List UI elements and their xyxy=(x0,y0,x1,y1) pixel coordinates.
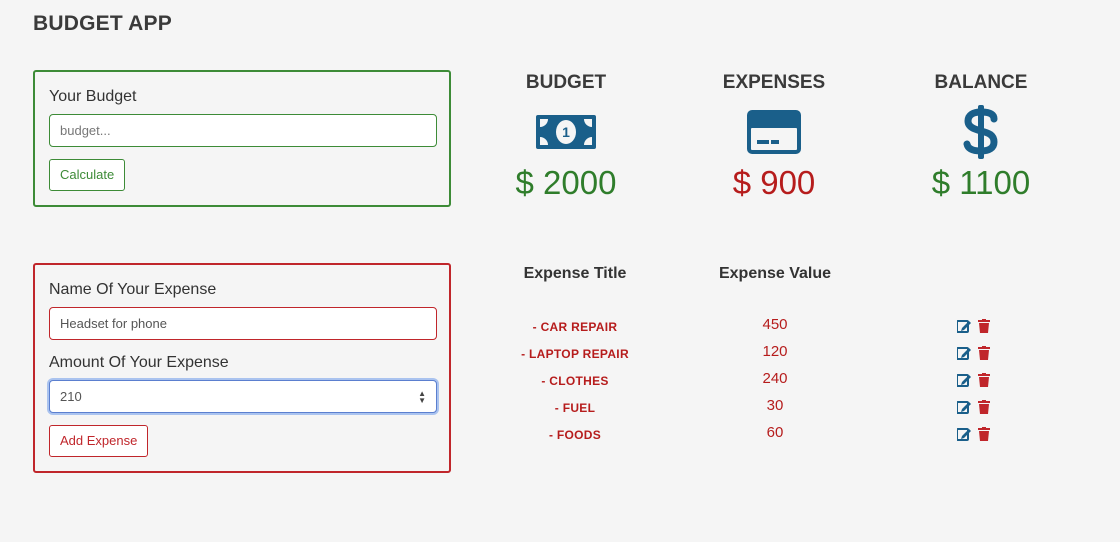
expense-row: - CAR REPAIR 450 xyxy=(0,316,1120,343)
svg-text:1: 1 xyxy=(562,124,570,140)
expense-title: - CLOTHES xyxy=(541,374,609,388)
expenses-heading: EXPENSES xyxy=(722,72,826,93)
delete-icon[interactable] xyxy=(978,400,990,419)
budget-heading: BUDGET xyxy=(525,72,607,93)
calculate-button[interactable]: Calculate xyxy=(49,159,126,191)
delete-icon[interactable] xyxy=(978,319,990,338)
expense-value: 450 xyxy=(762,316,788,333)
money-bill-icon: 1 xyxy=(491,102,641,162)
expense-row: - FOODS 60 xyxy=(0,424,1120,451)
dollar-sign-icon xyxy=(906,102,1056,162)
budget-input-placeholder: budget... xyxy=(60,123,111,138)
expense-value: 60 xyxy=(766,424,784,441)
expenses-amount: $ 900 xyxy=(732,164,816,201)
delete-icon[interactable] xyxy=(978,427,990,446)
expense-value-header: Expense Value xyxy=(718,265,832,282)
budget-input[interactable]: budget... xyxy=(49,114,437,147)
expense-row: - CLOTHES 240 xyxy=(0,370,1120,397)
balance-summary: BALANCE $ 1100 xyxy=(906,72,1056,202)
edit-icon[interactable] xyxy=(956,346,971,365)
balance-amount: $ 1100 xyxy=(931,164,1031,201)
expense-value: 30 xyxy=(766,397,784,414)
expense-title: - LAPTOP REPAIR xyxy=(521,347,629,361)
edit-icon[interactable] xyxy=(956,319,971,338)
expense-value: 240 xyxy=(762,370,788,387)
delete-icon[interactable] xyxy=(978,346,990,365)
expense-title: - CAR REPAIR xyxy=(532,320,618,334)
expense-row: - FUEL 30 xyxy=(0,397,1120,424)
balance-heading: BALANCE xyxy=(934,72,1028,93)
expense-value: 120 xyxy=(762,343,788,360)
budget-summary: BUDGET 1 $ 2000 xyxy=(491,72,641,202)
expense-row: - LAPTOP REPAIR 120 xyxy=(0,343,1120,370)
expense-title: - FUEL xyxy=(554,401,596,415)
expense-name-label: Name Of Your Expense xyxy=(49,281,217,298)
budget-label: Your Budget xyxy=(49,88,137,105)
credit-card-icon xyxy=(699,102,849,162)
edit-icon[interactable] xyxy=(956,427,971,446)
budget-amount: $ 2000 xyxy=(515,164,617,201)
app-title: BUDGET APP xyxy=(33,12,172,35)
budget-form: Your Budget budget... Calculate xyxy=(33,70,451,207)
edit-icon[interactable] xyxy=(956,400,971,419)
delete-icon[interactable] xyxy=(978,373,990,392)
expense-title-header: Expense Title xyxy=(523,265,627,282)
edit-icon[interactable] xyxy=(956,373,971,392)
expense-title: - FOODS xyxy=(548,428,602,442)
expenses-summary: EXPENSES $ 900 xyxy=(699,72,849,202)
